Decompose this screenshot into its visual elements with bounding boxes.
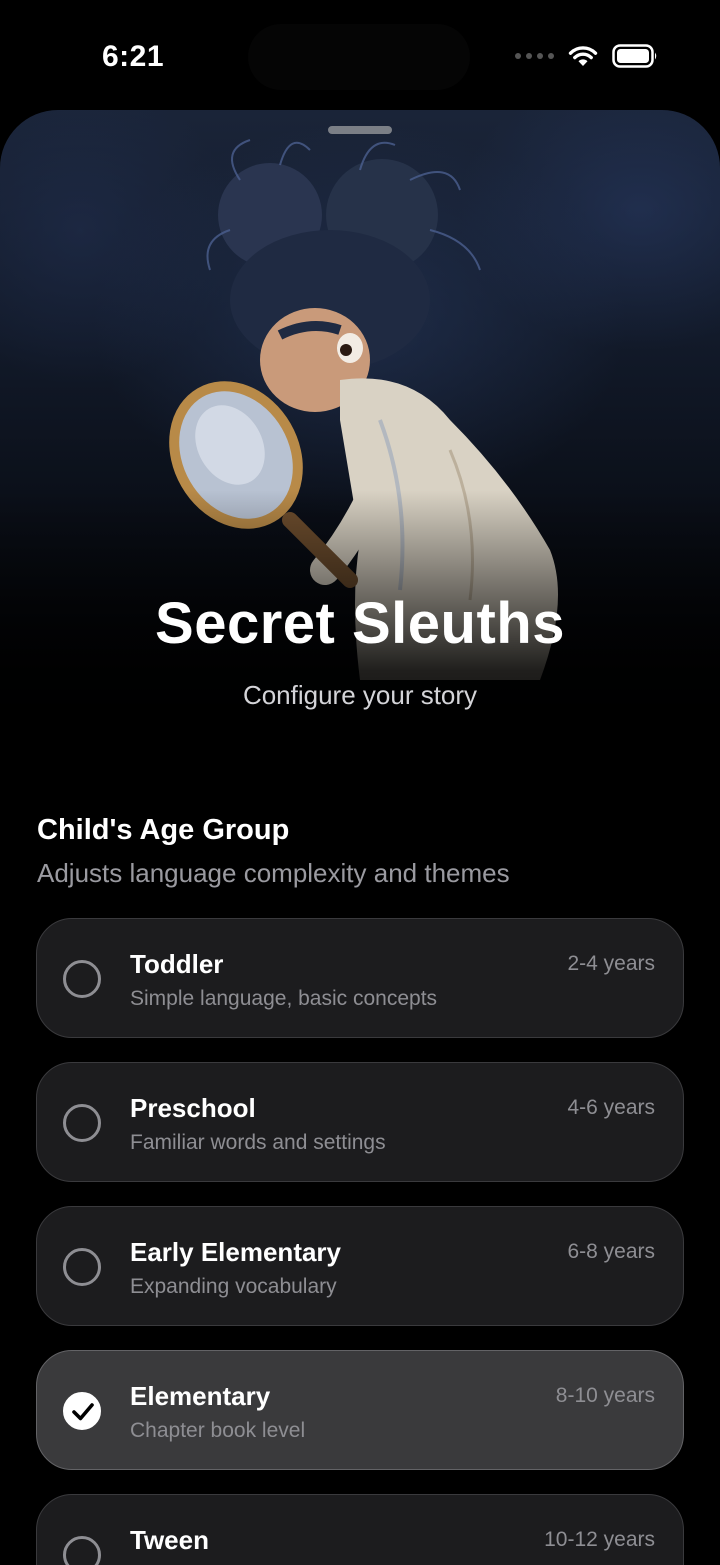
page-subtitle: Configure your story	[242, 680, 478, 710]
wifi-icon	[568, 45, 598, 67]
age-option-description: Expanding vocabulary	[130, 1275, 337, 1298]
status-time: 6:21	[102, 40, 165, 73]
age-option-elementary[interactable]: Elementary Chapter book level 8-10 years	[36, 1350, 684, 1470]
age-option-description: Simple language, basic concepts	[130, 987, 438, 1010]
age-option-label: Elementary	[130, 1381, 271, 1411]
age-option-tween[interactable]: Tween 10-12 years	[36, 1494, 684, 1565]
age-option-description: Familiar words and settings	[130, 1131, 386, 1154]
age-option-description: Chapter book level	[130, 1419, 306, 1442]
age-option-range: 8-10 years	[555, 1384, 655, 1407]
config-sheet: Secret Sleuths Configure your story Chil…	[0, 110, 720, 1565]
radio-unchecked-icon	[63, 1104, 101, 1142]
age-option-label: Preschool	[130, 1093, 256, 1123]
age-option-label: Toddler	[130, 949, 224, 979]
age-option-range: 4-6 years	[567, 1096, 655, 1119]
age-option-range: 6-8 years	[567, 1240, 655, 1263]
sheet-grabber-handle[interactable]	[328, 126, 392, 134]
status-bar: 6:21	[0, 0, 720, 112]
age-option-early-elementary[interactable]: Early Elementary Expanding vocabulary 6-…	[36, 1206, 684, 1326]
battery-icon	[612, 44, 658, 68]
age-group-section-title: Child's Age Group	[37, 814, 290, 846]
age-group-section-description: Adjusts language complexity and themes	[37, 858, 510, 888]
radio-unchecked-icon	[63, 1536, 101, 1565]
radio-unchecked-icon	[63, 1248, 101, 1286]
dynamic-island	[248, 24, 470, 90]
app-title: Secret Sleuths	[155, 591, 565, 656]
cellular-signal-icon	[515, 53, 554, 59]
age-option-label: Tween	[130, 1525, 209, 1555]
age-option-toddler[interactable]: Toddler Simple language, basic concepts …	[36, 918, 684, 1038]
status-indicators	[515, 44, 658, 68]
age-option-range: 10-12 years	[544, 1528, 655, 1551]
age-option-preschool[interactable]: Preschool Familiar words and settings 4-…	[36, 1062, 684, 1182]
checkmark-icon	[63, 1392, 101, 1430]
age-option-range: 2-4 years	[567, 952, 655, 975]
age-option-label: Early Elementary	[130, 1237, 342, 1267]
radio-unchecked-icon	[63, 960, 101, 998]
age-group-options: Toddler Simple language, basic concepts …	[36, 918, 684, 1565]
